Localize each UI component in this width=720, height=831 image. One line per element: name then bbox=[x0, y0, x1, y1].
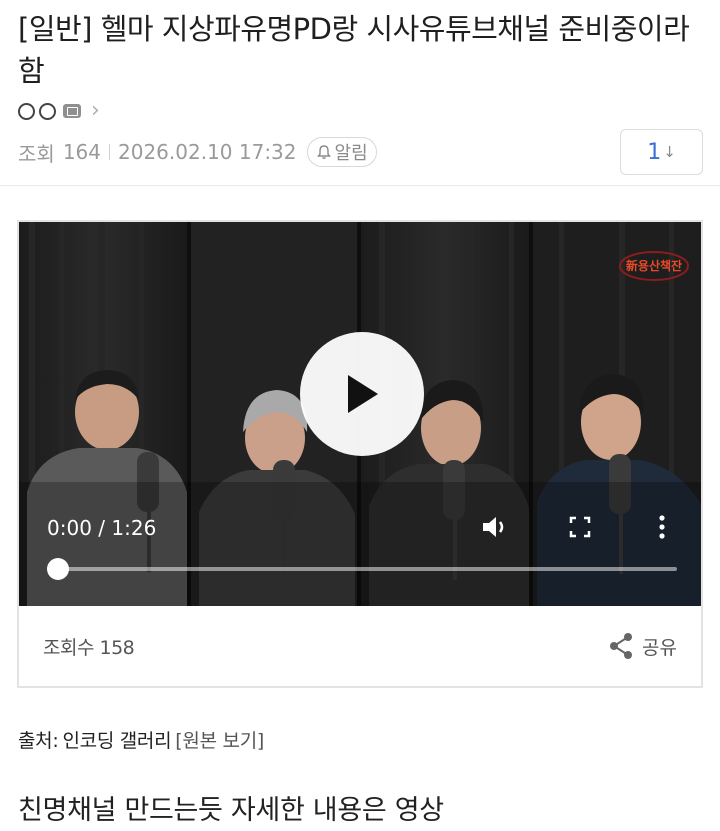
share-button[interactable]: 공유 bbox=[608, 632, 677, 660]
divider bbox=[109, 144, 110, 160]
alarm-label: 알림 bbox=[334, 143, 368, 164]
video-views-label: 조회수 bbox=[43, 636, 94, 659]
seek-handle[interactable] bbox=[47, 558, 69, 580]
views-count: 164 bbox=[62, 140, 101, 164]
fullscreen-icon[interactable] bbox=[565, 512, 595, 542]
time-total: 1:26 bbox=[111, 516, 157, 540]
time-current: 0:00 bbox=[47, 516, 92, 540]
source-prefix: 출처: bbox=[18, 730, 59, 752]
bell-icon bbox=[316, 145, 331, 159]
comment-jump-button[interactable]: 1 ↓ bbox=[620, 129, 703, 175]
author-info[interactable]: › bbox=[18, 98, 100, 124]
share-icon bbox=[610, 633, 633, 659]
more-vertical-icon[interactable] bbox=[647, 512, 677, 542]
video-card: 新용산책잔 0:00 / 1:26 조회수 158 공유 bbox=[17, 220, 703, 688]
source-gallery[interactable]: 인코딩 갤러리 bbox=[62, 726, 171, 753]
user-level-circle-icon bbox=[18, 102, 35, 120]
page-number: 1 bbox=[647, 139, 662, 165]
channel-logo: 新용산책잔 bbox=[619, 251, 689, 281]
share-label: 공유 bbox=[642, 636, 677, 659]
video-footer: 조회수 158 공유 bbox=[19, 606, 701, 686]
member-badge-icon bbox=[63, 104, 81, 118]
source-line: 출처: 인코딩 갤러리 [원본 보기] bbox=[18, 726, 264, 753]
user-level-circle-icon bbox=[39, 102, 56, 120]
chevron-right-icon: › bbox=[91, 98, 100, 123]
video-player[interactable]: 新용산책잔 0:00 / 1:26 bbox=[19, 222, 701, 606]
time-separator: / bbox=[98, 516, 106, 540]
play-icon bbox=[348, 375, 378, 413]
view-original-link[interactable]: [원본 보기] bbox=[175, 726, 264, 753]
logo-text: 新용산책잔 bbox=[626, 258, 682, 273]
seek-bar[interactable] bbox=[57, 567, 677, 571]
arrow-down-icon: ↓ bbox=[663, 143, 676, 161]
volume-icon[interactable] bbox=[479, 512, 509, 542]
post-body: 친명채널 만드는듯 자세한 내용은 영상 bbox=[18, 795, 444, 826]
post-title: [일반] 헬마 지상파유명PD랑 시사유튜브채널 준비중이라함 bbox=[18, 12, 690, 88]
alarm-button[interactable]: 알림 bbox=[306, 137, 377, 167]
post-datetime: 2026.02.10 17:32 bbox=[118, 140, 297, 164]
post-meta: 조회 164 2026.02.10 17:32 알림 bbox=[18, 136, 377, 168]
play-button[interactable] bbox=[300, 332, 424, 456]
views-label: 조회 bbox=[18, 141, 55, 166]
video-views: 조회수 158 bbox=[43, 633, 135, 660]
divider bbox=[0, 185, 720, 186]
video-views-count: 158 bbox=[99, 636, 135, 659]
video-time: 0:00 / 1:26 bbox=[47, 516, 156, 540]
